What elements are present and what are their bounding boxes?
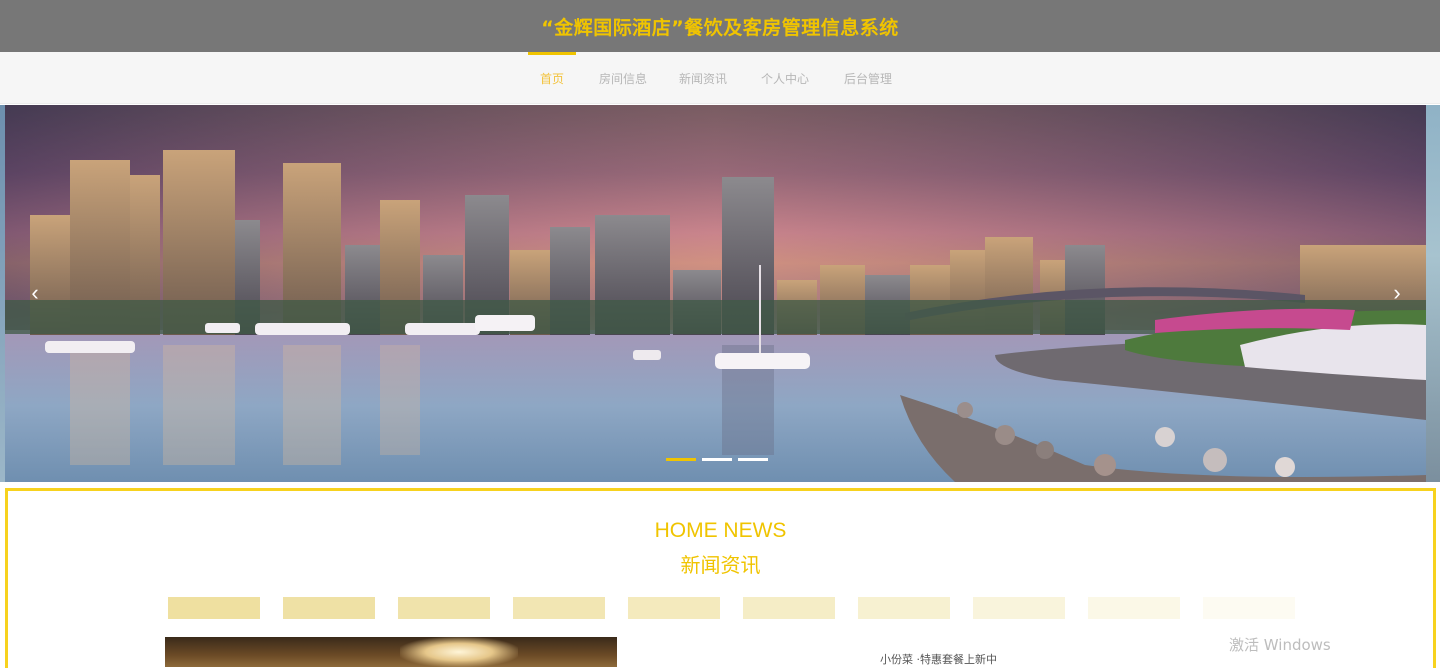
top-header: “金辉国际酒店”餐饮及客房管理信息系统 — [0, 0, 1440, 52]
news-title-cn: 新闻资讯 — [680, 553, 761, 577]
carousel-dot[interactable] — [702, 458, 732, 461]
nav-item-admin[interactable]: 后台管理 — [843, 52, 893, 104]
news-tab[interactable] — [858, 597, 950, 619]
chevron-right-icon[interactable]: › — [1385, 281, 1409, 305]
news-tab[interactable] — [168, 597, 260, 619]
news-tab[interactable] — [398, 597, 490, 619]
nav-item-news[interactable]: 新闻资讯 — [678, 52, 728, 104]
windows-activation-watermark: 激活 Windows — [1229, 636, 1331, 654]
news-tab[interactable] — [1203, 597, 1295, 619]
news-tab[interactable] — [743, 597, 835, 619]
chandelier-light — [400, 637, 518, 667]
news-thumbnail-image[interactable] — [165, 637, 617, 667]
site-title: “金辉国际酒店”餐饮及客房管理信息系统 — [541, 16, 899, 39]
carousel-dot[interactable] — [738, 458, 768, 461]
news-tab[interactable] — [628, 597, 720, 619]
banner-peek-right — [1426, 105, 1440, 482]
nav-item-rooms[interactable]: 房间信息 — [598, 52, 648, 104]
nav-item-home[interactable]: 首页 — [528, 52, 576, 104]
hero-carousel[interactable]: ‹ › — [5, 105, 1426, 482]
nav-item-profile[interactable]: 个人中心 — [760, 52, 810, 104]
carousel-indicators — [666, 458, 768, 461]
news-section: HOME NEWS 新闻资讯 小份菜 ·特惠套餐上新中 — [5, 488, 1436, 668]
news-tab[interactable] — [973, 597, 1065, 619]
news-tab[interactable] — [1088, 597, 1180, 619]
chevron-left-icon[interactable]: ‹ — [23, 281, 47, 305]
carousel-dot[interactable] — [666, 458, 696, 461]
city-skyline-image — [5, 105, 1426, 482]
news-headline[interactable]: 小份菜 ·特惠套餐上新中 — [880, 651, 997, 667]
news-title-en: HOME NEWS — [654, 519, 787, 542]
news-tab[interactable] — [283, 597, 375, 619]
main-nav: 首页 房间信息 新闻资讯 个人中心 后台管理 — [0, 52, 1440, 104]
news-tab[interactable] — [513, 597, 605, 619]
